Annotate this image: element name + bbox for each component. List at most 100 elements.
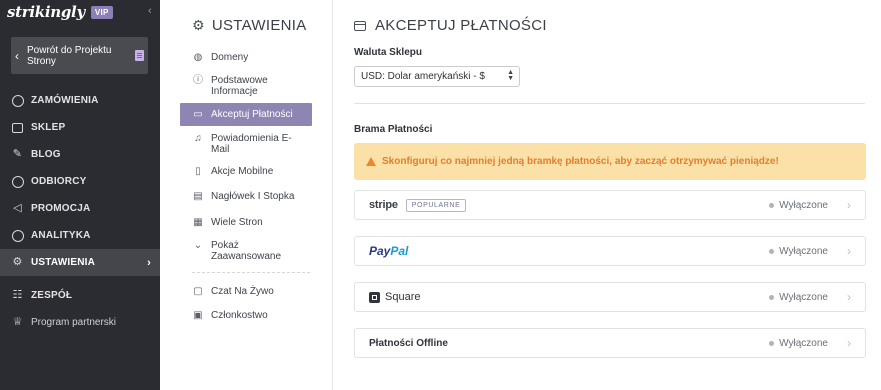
sidebar-item-audience[interactable]: ODBIORCY <box>0 168 160 195</box>
settings-item-email-notifications[interactable]: ♫ Powiadomienia E-Mail <box>180 133 312 155</box>
settings-item-label: Powiadomienia E-Mail <box>211 133 292 155</box>
sidebar-item-team[interactable]: ☷ ZESPÓŁ <box>0 282 160 309</box>
settings-item-label: Czat Na Żywo <box>211 286 274 297</box>
sidebar-item-label: ANALITYKA <box>31 230 91 241</box>
dollar-circle-icon <box>11 94 24 107</box>
chevron-right-icon: › <box>147 256 151 269</box>
sidebar-item-settings[interactable]: ⚙ USTAWIENIA › <box>0 249 160 276</box>
chevron-down-icon: ⌄ <box>193 240 203 251</box>
credit-card-icon: ▭ <box>193 109 203 120</box>
settings-item-multiple-pages[interactable]: ▦ Wiele Stron <box>180 217 312 228</box>
settings-item-label: Nagłówek I Stopka <box>211 191 295 202</box>
gateway-status-text: Wyłączone <box>779 200 828 211</box>
sidebar-item-store[interactable]: SKLEP <box>0 114 160 141</box>
store-icon <box>11 121 24 134</box>
warning-text: Skonfiguruj co najmniej jedną bramkę pła… <box>382 156 779 167</box>
trophy-icon: ♕ <box>12 316 23 328</box>
sidebar-item-blog[interactable]: ✎ BLOG <box>0 141 160 168</box>
users-icon <box>11 175 24 188</box>
sidebar-item-partner-program[interactable]: ♕ Program partnerski <box>0 309 160 336</box>
megaphone-icon: ◁ <box>13 202 22 214</box>
currency-label: Waluta Sklepu <box>354 47 422 58</box>
settings-item-live-chat[interactable]: ▢ Czat Na Żywo <box>180 286 312 297</box>
settings-item-label: Domeny <box>211 52 249 63</box>
settings-item-label: Akceptuj Płatności <box>211 109 293 120</box>
sidebar-item-orders[interactable]: ZAMÓWIENIA <box>0 87 160 114</box>
status-dot-icon <box>769 249 775 254</box>
collapse-sidebar-button[interactable]: ‹ <box>148 6 152 17</box>
gateway-status: Wyłączone <box>769 246 828 257</box>
settings-item-basic-info[interactable]: ⓘ Podstawowe Informacje <box>180 75 312 97</box>
team-icon: ☷ <box>12 289 23 301</box>
section-divider <box>354 103 865 104</box>
settings-menu-title: USTAWIENIA <box>211 17 307 34</box>
gateway-stripe[interactable]: stripe POPULARNE Wyłączone › <box>354 190 866 220</box>
status-dot-icon <box>769 341 775 346</box>
settings-item-show-advanced[interactable]: ⌄ Pokaż Zaawansowane <box>180 240 312 262</box>
sidebar-item-label: ODBIORCY <box>31 176 87 187</box>
stripe-logo: stripe <box>369 199 398 211</box>
back-button-label: Powrót do Projektu Strony <box>27 44 112 67</box>
currency-select[interactable]: USD: Dolar amerykański - $ ▲ ▼ <box>354 66 520 87</box>
gateway-status-text: Wyłączone <box>779 338 828 349</box>
settings-item-mobile-actions[interactable]: ▯ Akcje Mobilne <box>180 166 312 177</box>
chevron-right-icon: › <box>847 198 851 212</box>
credit-card-icon <box>354 20 366 31</box>
sidebar-item-label: ZESPÓŁ <box>31 290 73 301</box>
chevron-right-icon: › <box>847 290 851 304</box>
settings-item-domains[interactable]: ◍ Domeny <box>180 52 312 63</box>
gear-icon: ⚙ <box>192 17 205 33</box>
document-icon <box>135 50 144 61</box>
gateway-offline[interactable]: Płatności Offline Wyłączone › <box>354 328 866 358</box>
chat-icon: ▢ <box>193 286 203 297</box>
brand[interactable]: strikingly VIP <box>7 3 113 21</box>
paypal-logo: PayPal <box>369 244 409 258</box>
settings-item-label: Wiele Stron <box>211 217 263 228</box>
square-name: Square <box>385 291 421 303</box>
chevron-right-icon: › <box>847 244 851 258</box>
strikingly-logo: strikingly <box>7 3 85 21</box>
settings-item-accept-payments[interactable]: ▭ Akceptuj Płatności <box>180 103 312 126</box>
gateway-status: Wyłączone <box>769 338 828 349</box>
sidebar-item-promotion[interactable]: ◁ PROMOCJA <box>0 195 160 222</box>
pen-icon: ✎ <box>12 148 23 160</box>
gateway-square[interactable]: Square Wyłączone › <box>354 282 866 312</box>
layout-icon: ▤ <box>193 191 203 202</box>
chevron-right-icon: › <box>847 336 851 350</box>
member-icon: ▣ <box>193 310 203 321</box>
gear-icon: ⚙ <box>12 256 23 268</box>
select-caret-icon: ▲ ▼ <box>507 69 514 82</box>
settings-item-header-footer[interactable]: ▤ Nagłówek I Stopka <box>180 191 312 202</box>
vip-badge: VIP <box>90 5 113 19</box>
info-icon: ⓘ <box>193 75 203 86</box>
offline-payments-name: Płatności Offline <box>369 337 448 349</box>
status-dot-icon <box>769 203 775 208</box>
sidebar-item-label: SKLEP <box>31 122 66 133</box>
settings-item-label: Akcje Mobilne <box>211 166 274 177</box>
payment-gateway-label: Brama Płatności <box>354 124 433 135</box>
settings-item-label: Członkostwo <box>211 310 268 321</box>
page-title-text: AKCEPTUJ PŁATNOŚCI <box>375 17 547 34</box>
pie-chart-icon <box>11 229 24 242</box>
popular-badge: POPULARNE <box>405 198 467 212</box>
settings-item-label: Podstawowe Informacje <box>211 75 268 97</box>
globe-icon: ◍ <box>193 52 203 63</box>
gateway-status-text: Wyłączone <box>779 246 828 257</box>
main-sidebar: strikingly VIP ‹ ‹ Powrót do Projektu St… <box>0 0 160 390</box>
square-logo: Square <box>369 291 420 303</box>
sidebar-item-label: PROMOCJA <box>31 203 91 214</box>
back-to-site-button[interactable]: ‹ Powrót do Projektu Strony <box>11 37 148 74</box>
settings-item-label: Pokaż Zaawansowane <box>211 240 282 262</box>
warning-icon <box>366 157 376 166</box>
gateway-status: Wyłączone <box>769 200 828 211</box>
sidebar-item-analytics[interactable]: ANALITYKA <box>0 222 160 249</box>
sidebar-item-label: BLOG <box>31 149 61 160</box>
settings-item-membership[interactable]: ▣ Członkostwo <box>180 310 312 321</box>
bell-icon: ♫ <box>194 133 202 144</box>
currency-select-value: USD: Dolar amerykański - $ <box>361 71 485 82</box>
sidebar-item-label: ZAMÓWIENIA <box>31 95 99 106</box>
square-icon <box>369 291 380 303</box>
pages-icon: ▦ <box>193 217 203 228</box>
gateway-paypal[interactable]: PayPal Wyłączone › <box>354 236 866 266</box>
warning-banner: Skonfiguruj co najmniej jedną bramkę pła… <box>354 143 866 180</box>
